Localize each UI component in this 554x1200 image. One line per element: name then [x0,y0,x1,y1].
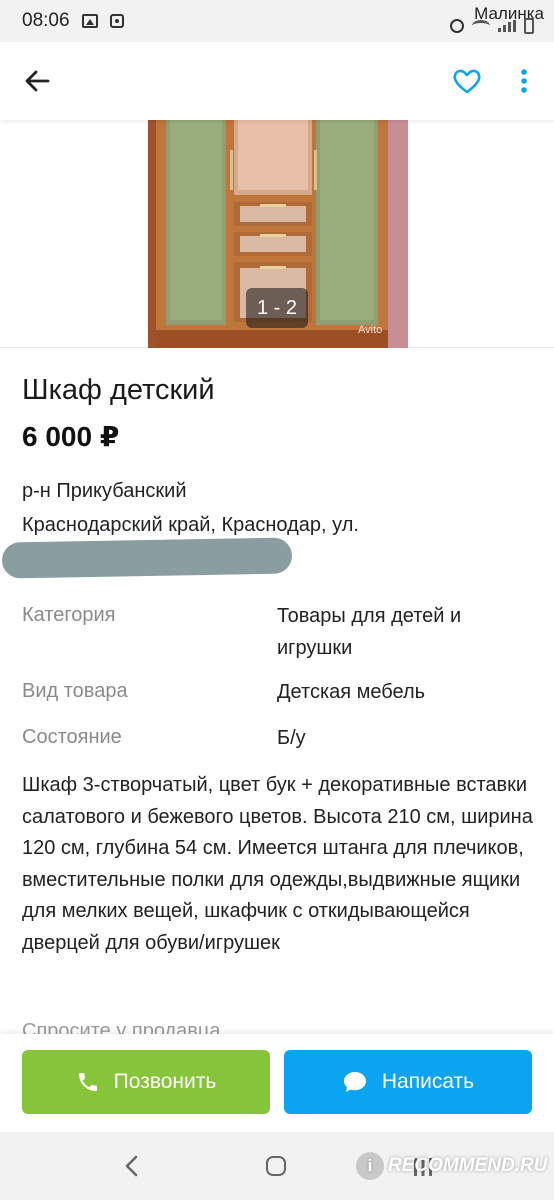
call-button-label: Позвонить [113,1070,217,1093]
chat-icon [343,1072,366,1092]
recommend-watermark: i RECOMMEND.RU [356,1152,547,1180]
favorite-button[interactable] [452,66,482,96]
battery-icon [524,18,534,34]
recommend-badge-icon: i [356,1152,384,1180]
wifi-icon [472,20,490,32]
avito-watermark: Avito [358,324,383,336]
listing-price: 6 000 ₽ [22,421,120,452]
param-label-type: Вид товара [22,680,128,702]
param-value-type: Детская мебель [277,681,426,703]
redaction-scribble [1,537,293,579]
status-bar: 08:06 Малинка [0,0,554,42]
app-bar [0,42,554,120]
system-icons [450,18,534,34]
nav-home-icon[interactable] [266,1156,286,1176]
write-button-label: Написать [381,1070,475,1093]
listing-description: Шкаф 3-створчатый, цвет бук + декоративн… [22,774,533,954]
param-label-category: Категория [22,604,116,626]
more-vert-icon [521,69,527,93]
app-notification-icon [109,14,124,28]
image-notification-icon [81,14,98,28]
heart-icon [453,69,481,94]
action-bar: Позвонить Написать [0,1034,554,1132]
recommend-watermark-text: RECOMMEND.RU [388,1155,548,1176]
photo-counter: 1 - 2 [246,288,308,328]
param-label-condition: Состояние [22,726,122,748]
address-district: р-н Прикубанский [22,480,187,502]
phone-icon [78,1073,97,1091]
address-street[interactable]: Краснодарский край, Краснодар, ул. [22,514,359,537]
back-arrow-icon [25,70,50,92]
more-options-button[interactable] [514,66,534,96]
status-time: 08:06 [22,10,70,31]
call-button[interactable]: Позвонить [22,1050,270,1114]
param-value-condition: Б/у [277,727,306,749]
alarm-icon [450,19,464,33]
signal-icon [498,20,516,32]
param-value-category: Товары для детей и игрушки [277,605,462,659]
back-button[interactable] [22,66,52,96]
system-nav-bar: i RECOMMEND.RU [0,1132,554,1200]
nav-back-icon[interactable] [122,1154,142,1178]
write-button[interactable]: Написать [284,1050,532,1114]
listing-title: Шкаф детский [22,374,215,406]
